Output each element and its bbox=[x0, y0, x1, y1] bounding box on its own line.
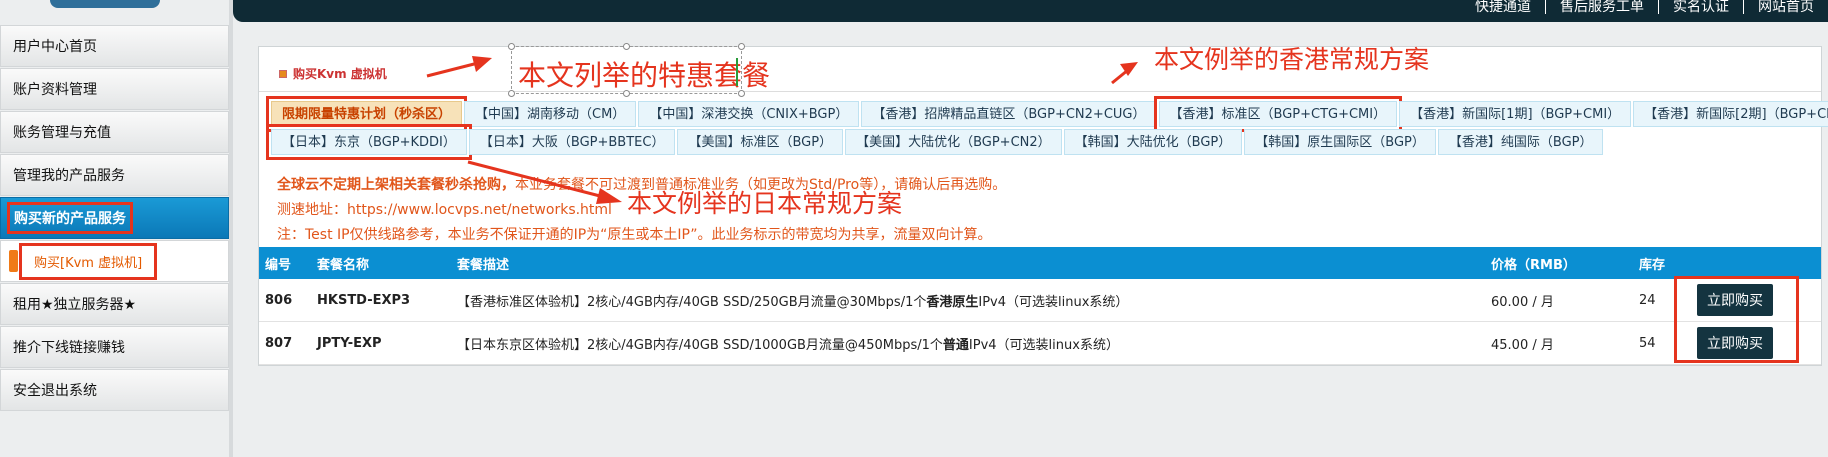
arrow-special bbox=[426, 61, 479, 78]
arrow-japan bbox=[467, 160, 601, 198]
annotation-arrows bbox=[426, 56, 1138, 204]
